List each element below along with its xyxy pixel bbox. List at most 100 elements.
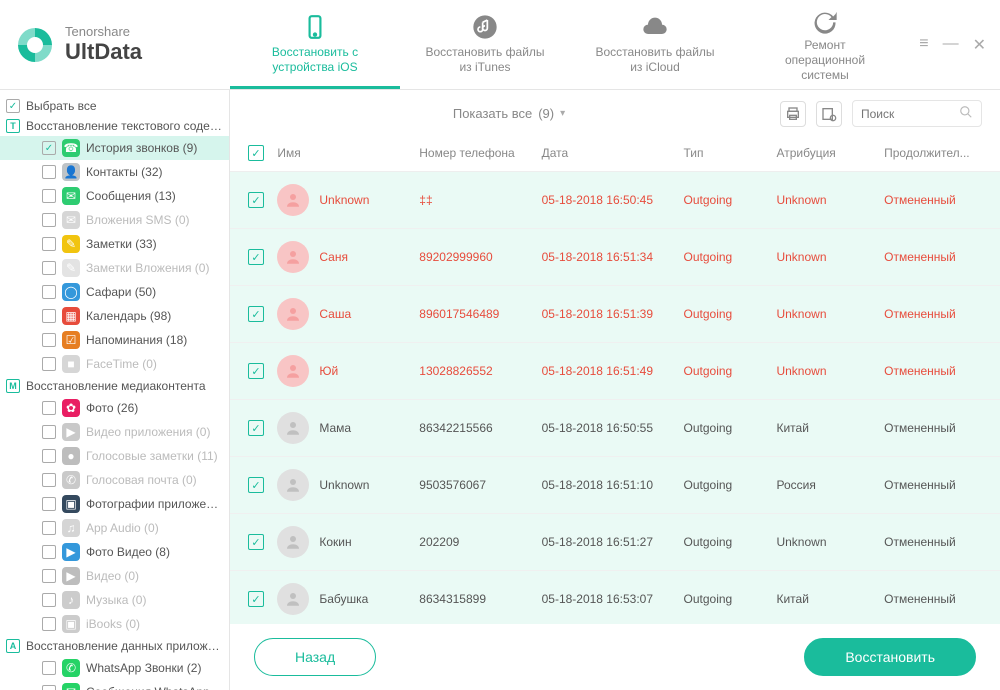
col-phone[interactable]: Номер телефона [419, 146, 541, 160]
tab-3[interactable]: Ремонт операционной системы [740, 0, 910, 89]
tree-label: Фото (26) [86, 401, 138, 415]
sidebar[interactable]: Выбрать всеTВосстановление текстового со… [0, 90, 230, 690]
tree-checkbox[interactable] [42, 237, 56, 251]
sidebar-item[interactable]: ▦Календарь (98) [0, 304, 229, 328]
sidebar-item[interactable]: ▶Фото Видео (8) [0, 540, 229, 564]
search-box[interactable] [852, 100, 982, 127]
table-row[interactable]: Unknown 9503576067 05-18-2018 16:51:10 O… [230, 457, 1000, 514]
table-row[interactable]: Unknown ‡‡ 05-18-2018 16:50:45 Outgoing … [230, 172, 1000, 229]
table-body[interactable]: Unknown ‡‡ 05-18-2018 16:50:45 Outgoing … [230, 172, 1000, 624]
cell-date: 05-18-2018 16:50:45 [542, 193, 684, 207]
tree-label: FaceTime (0) [86, 357, 157, 371]
search-input[interactable] [861, 107, 959, 121]
tree-label: Заметки Вложения (0) [86, 261, 209, 275]
tree-checkbox[interactable] [42, 545, 56, 559]
tree-checkbox[interactable] [42, 617, 56, 631]
tree-checkbox[interactable] [6, 99, 20, 113]
tree-label: Голосовые заметки (11) [86, 449, 218, 463]
row-checkbox[interactable] [248, 306, 264, 322]
row-checkbox[interactable] [248, 477, 264, 493]
sidebar-item[interactable]: ♫App Audio (0) [0, 516, 229, 540]
sidebar-item[interactable]: ☎История звонков (9) [0, 136, 229, 160]
sidebar-item[interactable]: ✎Заметки Вложения (0) [0, 256, 229, 280]
tab-0[interactable]: Восстановить с устройства iOS [230, 0, 400, 89]
row-checkbox[interactable] [248, 534, 264, 550]
tree-label: Восстановление данных приложений [26, 639, 223, 653]
col-date[interactable]: Дата [542, 146, 684, 160]
tree-checkbox[interactable] [42, 141, 56, 155]
tree-checkbox[interactable] [42, 285, 56, 299]
table-row[interactable]: Саша 896017546489 05-18-2018 16:51:39 Ou… [230, 286, 1000, 343]
filter-label: Показать все [453, 106, 532, 121]
col-dur[interactable]: Продолжител... [884, 146, 982, 160]
sidebar-item[interactable]: ✿Фото (26) [0, 396, 229, 420]
tree-label: История звонков (9) [86, 141, 197, 155]
sidebar-item[interactable]: TВосстановление текстового содержи [0, 116, 229, 136]
tree-checkbox[interactable] [42, 165, 56, 179]
sidebar-item[interactable]: ●Голосовые заметки (11) [0, 444, 229, 468]
tree-checkbox[interactable] [42, 309, 56, 323]
col-name[interactable]: Имя [277, 146, 419, 160]
sidebar-item[interactable]: ✉Вложения SMS (0) [0, 208, 229, 232]
tree-checkbox[interactable] [42, 357, 56, 371]
row-checkbox[interactable] [248, 363, 264, 379]
table-row[interactable]: Юй 13028826552 05-18-2018 16:51:49 Outgo… [230, 343, 1000, 400]
tree-checkbox[interactable] [42, 473, 56, 487]
col-attr[interactable]: Атрибуция [776, 146, 884, 160]
sidebar-item[interactable]: Выбрать все [0, 96, 229, 116]
filter-dropdown[interactable]: Показать все (9) ▾ [453, 106, 565, 121]
tree-checkbox[interactable] [42, 333, 56, 347]
back-button[interactable]: Назад [254, 638, 376, 676]
tree-checkbox[interactable] [42, 425, 56, 439]
sidebar-item[interactable]: ▶Видео (0) [0, 564, 229, 588]
table-row[interactable]: Мама 86342215566 05-18-2018 16:50:55 Out… [230, 400, 1000, 457]
sidebar-item[interactable]: ✉Сообщения (13) [0, 184, 229, 208]
sidebar-item[interactable]: ♪Музыка (0) [0, 588, 229, 612]
tree-checkbox[interactable] [42, 213, 56, 227]
table-row[interactable]: Саня 89202999960 05-18-2018 16:51:34 Out… [230, 229, 1000, 286]
menu-icon[interactable]: ≡ [919, 35, 928, 55]
table-row[interactable]: Бабушка 8634315899 05-18-2018 16:53:07 O… [230, 571, 1000, 624]
tree-label: Календарь (98) [86, 309, 171, 323]
sidebar-item[interactable]: MВосстановление медиаконтента [0, 376, 229, 396]
row-checkbox[interactable] [248, 420, 264, 436]
sidebar-item[interactable]: ■FaceTime (0) [0, 352, 229, 376]
settings-button[interactable] [816, 101, 842, 127]
tree-checkbox[interactable] [42, 449, 56, 463]
row-checkbox[interactable] [248, 249, 264, 265]
sidebar-item[interactable]: AВосстановление данных приложений [0, 636, 229, 656]
tree-checkbox[interactable] [42, 661, 56, 675]
sidebar-item[interactable]: ✆WhatsApp Звонки (2) [0, 656, 229, 680]
tree-checkbox[interactable] [42, 401, 56, 415]
sidebar-item[interactable]: ▣iBooks (0) [0, 612, 229, 636]
row-checkbox[interactable] [248, 192, 264, 208]
sidebar-item[interactable]: ✎Заметки (33) [0, 232, 229, 256]
sidebar-item[interactable]: 👤Контакты (32) [0, 160, 229, 184]
tree-checkbox[interactable] [42, 569, 56, 583]
sidebar-item[interactable]: ▣Фотографии приложений (24 [0, 492, 229, 516]
tree-checkbox[interactable] [42, 593, 56, 607]
sidebar-item[interactable]: ✆Голосовая почта (0) [0, 468, 229, 492]
minimize-icon[interactable]: — [943, 35, 959, 55]
print-button[interactable] [780, 101, 806, 127]
select-all-checkbox[interactable] [248, 145, 264, 161]
recover-button[interactable]: Восстановить [804, 638, 976, 676]
tab-1[interactable]: Восстановить файлы из iTunes [400, 0, 570, 89]
sidebar-item[interactable]: ☑Напоминания (18) [0, 328, 229, 352]
tree-checkbox[interactable] [42, 261, 56, 275]
tree-label: Восстановление медиаконтента [26, 379, 206, 393]
table-row[interactable]: Кокин 202209 05-18-2018 16:51:27 Outgoin… [230, 514, 1000, 571]
tree-label: Видео приложения (0) [86, 425, 210, 439]
tab-2[interactable]: Восстановить файлы из iCloud [570, 0, 740, 89]
tree-checkbox[interactable] [42, 521, 56, 535]
tree-checkbox[interactable] [42, 497, 56, 511]
tree-checkbox[interactable] [42, 189, 56, 203]
tree-checkbox[interactable] [42, 685, 56, 690]
cell-dur: Отмененный [884, 535, 982, 549]
sidebar-item[interactable]: ✉Сообщения WhatsApp (3) [0, 680, 229, 690]
close-icon[interactable]: ✕ [973, 35, 986, 55]
sidebar-item[interactable]: ▶Видео приложения (0) [0, 420, 229, 444]
sidebar-item[interactable]: ◯Сафари (50) [0, 280, 229, 304]
row-checkbox[interactable] [248, 591, 264, 607]
col-type[interactable]: Тип [684, 146, 777, 160]
